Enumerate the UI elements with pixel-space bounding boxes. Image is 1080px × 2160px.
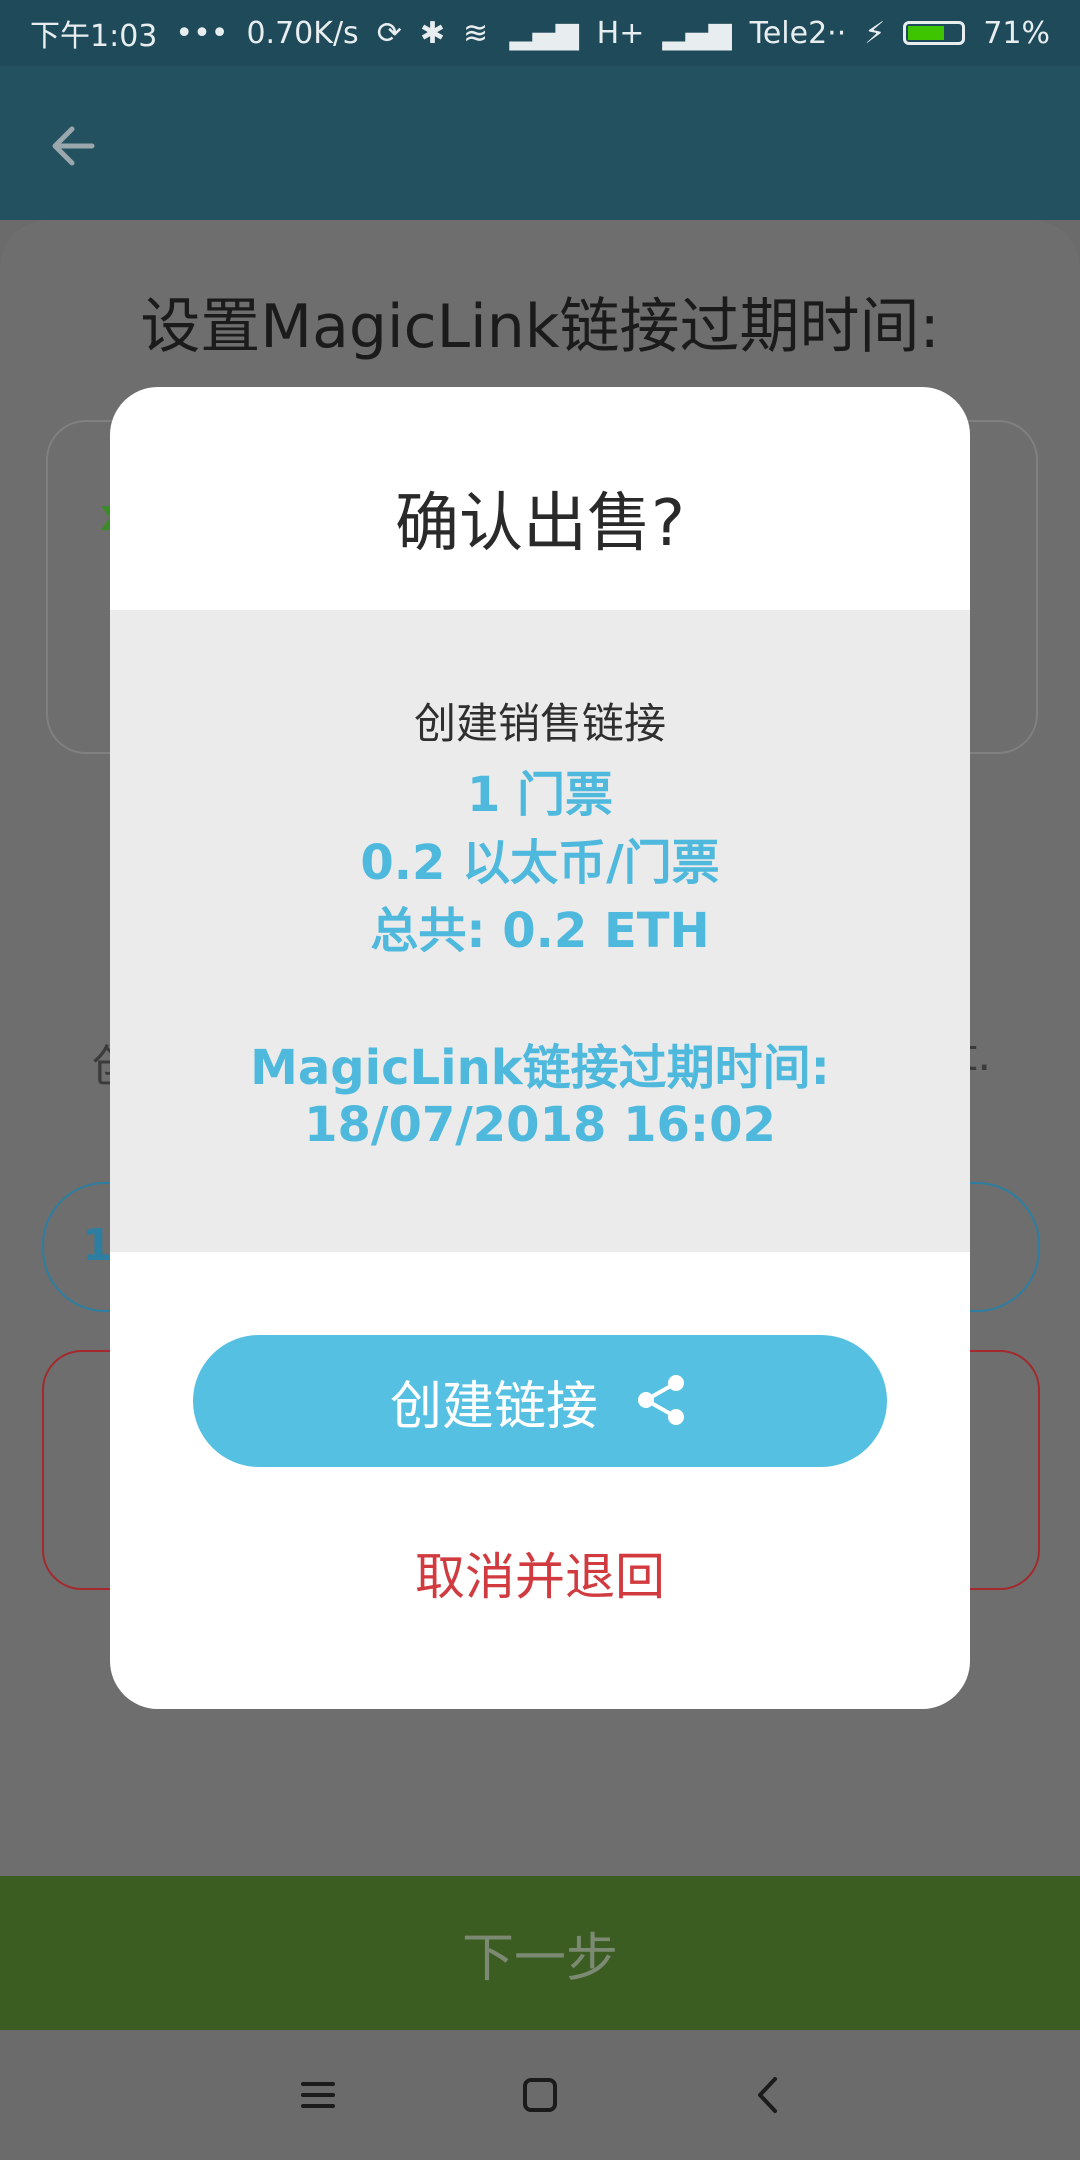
total-price: 总共: 0.2 ETH: [370, 903, 710, 959]
summary-heading: 创建销售链接: [413, 699, 666, 748]
app-bar: [0, 66, 1080, 220]
dialog-title: 确认出售?: [395, 487, 685, 561]
battery-percent: 71%: [983, 15, 1050, 51]
status-bar: 下午1:03 ••• 0.70K/s ⟳ ✱ ≋ ▂▄▆ H+ ▂▄▆ Tele…: [0, 0, 1080, 66]
system-nav-bar: [0, 2030, 1080, 2160]
share-icon: [632, 1371, 690, 1432]
menu-icon[interactable]: [293, 2070, 343, 2120]
carrier-name: Tele2··: [749, 15, 847, 51]
battery-fill: [908, 26, 945, 40]
create-link-button[interactable]: 创建链接: [193, 1335, 887, 1467]
battery-icon: [903, 21, 966, 45]
network-type: H+: [596, 15, 645, 51]
back-arrow-icon[interactable]: [44, 116, 104, 176]
expiry-date-partial: 1: [82, 1220, 113, 1271]
expiry-label: MagicLink链接过期时间:: [250, 1040, 830, 1096]
next-step-button[interactable]: 下一步: [0, 1876, 1080, 2030]
status-time: 下午1:03: [30, 19, 158, 54]
bluetooth-icon: ✱: [419, 15, 445, 51]
expiry-value: 18/07/2018 16:02: [304, 1097, 776, 1153]
confirm-sale-dialog: 确认出售? 创建销售链接 1 门票 0.2 以太币/门票 总共: 0.2 ETH…: [110, 387, 970, 1709]
charging-icon: ⚡: [864, 15, 886, 51]
cancel-and-return-button[interactable]: 取消并退回: [110, 1537, 970, 1609]
home-icon[interactable]: [515, 2070, 565, 2120]
network-speed: 0.70K/s: [246, 15, 359, 51]
sync-icon: ⟳: [376, 15, 402, 51]
ticket-price: 0.2 以太币/门票: [360, 835, 720, 891]
signal-icon: ▂▄▆: [509, 15, 579, 51]
signal-icon-2: ▂▄▆: [662, 15, 732, 51]
wifi-icon: ≋: [462, 15, 489, 51]
sale-summary: 创建销售链接 1 门票 0.2 以太币/门票 总共: 0.2 ETH Magic…: [110, 610, 970, 1252]
back-icon[interactable]: [743, 2070, 793, 2120]
page-title: 设置MagicLink链接过期时间:: [140, 292, 940, 362]
ticket-quantity: 1 门票: [466, 767, 614, 823]
more-notifications-icon: •••: [175, 15, 229, 51]
create-link-label: 创建链接: [389, 1377, 598, 1436]
